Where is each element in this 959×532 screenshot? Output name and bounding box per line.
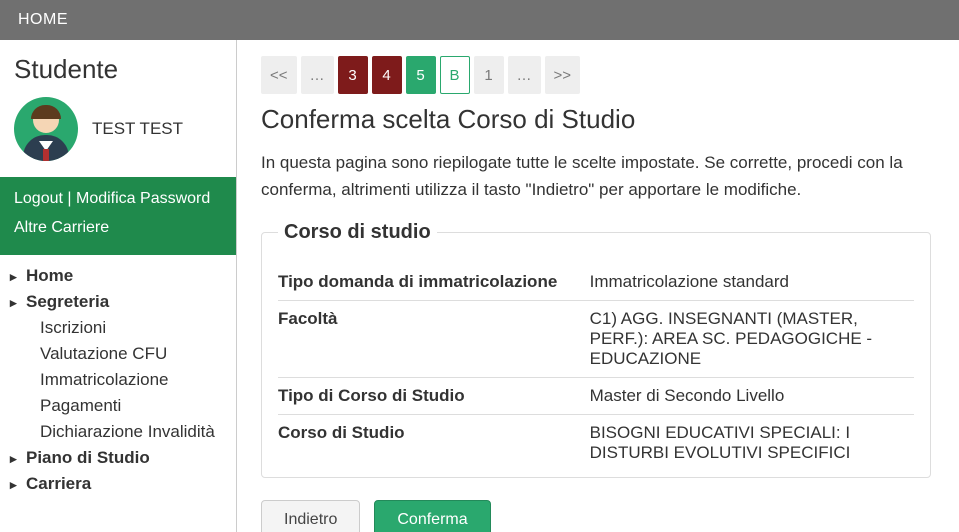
row-value: BISOGNI EDUCATIVI SPECIALI: I DISTURBI E… — [590, 423, 914, 463]
nav-iscrizioni[interactable]: Iscrizioni — [0, 315, 236, 341]
change-password-link[interactable]: Modifica Password — [76, 190, 210, 207]
nav-home[interactable]: Home — [0, 263, 236, 289]
corso-box-legend: Corso di studio — [278, 221, 437, 244]
other-careers-link[interactable]: Altre Carriere — [14, 219, 109, 236]
step-last[interactable]: >> — [545, 56, 581, 94]
confirm-button[interactable]: Conferma — [374, 500, 490, 532]
nav-carriera[interactable]: Carriera — [0, 471, 236, 497]
step-prev-ellipsis[interactable]: … — [301, 56, 334, 94]
step-indicator: << … 3 4 5 B 1 … >> — [261, 56, 931, 94]
nav-segreteria[interactable]: Segreteria — [0, 289, 236, 315]
nav-pagamenti[interactable]: Pagamenti — [0, 393, 236, 419]
page-title: Conferma scelta Corso di Studio — [261, 104, 931, 135]
step-5[interactable]: 5 — [406, 56, 436, 94]
back-button[interactable]: Indietro — [261, 500, 360, 532]
row-label: Tipo di Corso di Studio — [278, 386, 590, 406]
step-4[interactable]: 4 — [372, 56, 402, 94]
nav: Home Segreteria Iscrizioni Valutazione C… — [0, 255, 236, 497]
step-first[interactable]: << — [261, 56, 297, 94]
step-next-ellipsis[interactable]: … — [508, 56, 541, 94]
account-bar: Logout | Modifica Password Altre Carrier… — [0, 177, 236, 255]
nav-immatricolazione[interactable]: Immatricolazione — [0, 367, 236, 393]
user-block: TEST TEST — [0, 89, 236, 177]
sidebar-heading: Studente — [0, 40, 236, 89]
step-3[interactable]: 3 — [338, 56, 368, 94]
row-value: C1) AGG. INSEGNANTI (MASTER, PERF.): ARE… — [590, 309, 914, 369]
row-label: Facoltà — [278, 309, 590, 369]
table-row: Tipo domanda di immatricolazione Immatri… — [278, 264, 914, 300]
nav-valutazione-cfu[interactable]: Valutazione CFU — [0, 341, 236, 367]
actions: Indietro Conferma — [261, 500, 931, 532]
sidebar: Studente TEST TEST Logout | Modifica Pas… — [0, 40, 237, 532]
table-row: Tipo di Corso di Studio Master di Second… — [278, 377, 914, 414]
row-value: Immatricolazione standard — [590, 272, 914, 292]
separator: | — [67, 190, 76, 207]
table-row: Facoltà C1) AGG. INSEGNANTI (MASTER, PER… — [278, 300, 914, 377]
nav-dichiarazione-invalidita[interactable]: Dichiarazione Invalidità — [0, 419, 236, 445]
avatar-icon — [14, 97, 78, 161]
step-b[interactable]: B — [440, 56, 470, 94]
step-1[interactable]: 1 — [474, 56, 504, 94]
corso-box: Corso di studio Tipo domanda di immatric… — [261, 221, 931, 478]
page-description: In questa pagina sono riepilogate tutte … — [261, 149, 931, 203]
topbar: HOME — [0, 0, 959, 40]
user-name: TEST TEST — [92, 119, 183, 139]
nav-piano-studio[interactable]: Piano di Studio — [0, 445, 236, 471]
logout-link[interactable]: Logout — [14, 190, 63, 207]
row-label: Corso di Studio — [278, 423, 590, 463]
main: << … 3 4 5 B 1 … >> Conferma scelta Cors… — [237, 40, 959, 532]
row-label: Tipo domanda di immatricolazione — [278, 272, 590, 292]
topbar-home-link[interactable]: HOME — [18, 11, 68, 29]
table-row: Corso di Studio BISOGNI EDUCATIVI SPECIA… — [278, 414, 914, 471]
row-value: Master di Secondo Livello — [590, 386, 914, 406]
